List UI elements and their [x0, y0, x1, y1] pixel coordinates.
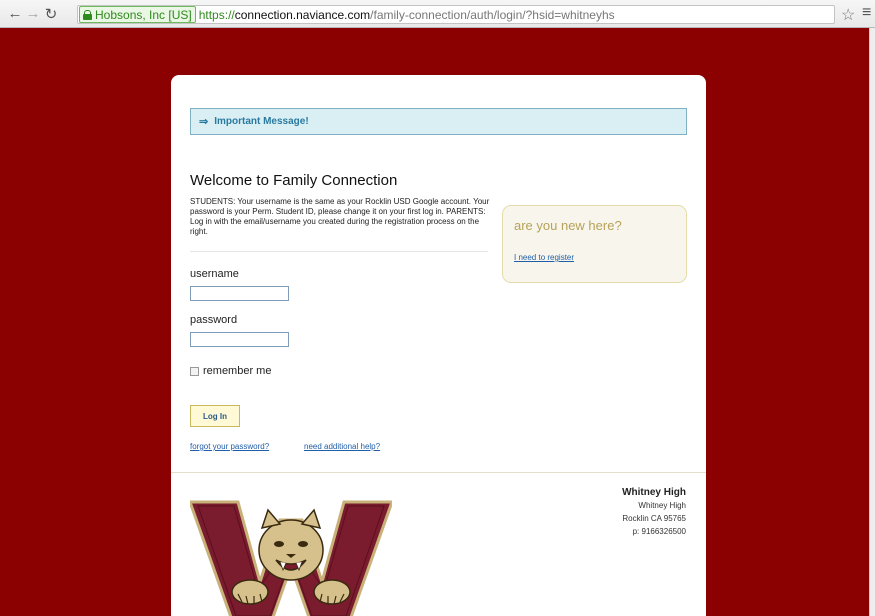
register-link[interactable]: I need to register — [514, 253, 574, 262]
username-label: username — [190, 268, 239, 280]
additional-help-link[interactable]: need additional help? — [304, 442, 380, 451]
reload-icon[interactable]: ↻ — [42, 4, 60, 24]
register-title: are you new here? — [514, 218, 622, 233]
ev-certificate-label: Hobsons, Inc [US] — [95, 7, 192, 22]
address-bar[interactable]: Hobsons, Inc [US] https://connection.nav… — [77, 5, 835, 24]
school-logo — [190, 500, 392, 616]
password-input[interactable] — [190, 332, 289, 347]
footer-divider — [171, 472, 706, 473]
school-address-name: Whitney High — [638, 501, 686, 510]
url-host: connection.naviance.com — [234, 7, 371, 22]
important-message-label: Important Message! — [214, 116, 309, 127]
url-scheme: https:// — [198, 7, 235, 22]
school-address-city: Rocklin CA 95765 — [622, 514, 686, 523]
back-arrow-icon[interactable]: ← — [6, 4, 24, 24]
forgot-password-link[interactable]: forgot your password? — [190, 442, 269, 451]
remember-me-checkbox[interactable] — [190, 366, 199, 376]
remember-me[interactable]: remember me — [190, 365, 271, 377]
ev-certificate-badge[interactable]: Hobsons, Inc [US] — [79, 6, 196, 23]
school-name: Whitney High — [622, 487, 686, 498]
password-label: password — [190, 314, 238, 326]
school-phone: p: 9166326500 — [632, 527, 686, 536]
important-message-banner[interactable]: ⇒ Important Message! — [190, 108, 687, 135]
login-card: ⇒ Important Message! Welcome to Family C… — [171, 75, 706, 616]
page-title: Welcome to Family Connection — [190, 172, 398, 189]
divider — [190, 251, 488, 252]
login-instructions: STUDENTS: Your username is the same as y… — [190, 197, 490, 236]
scrollbar[interactable] — [869, 28, 875, 616]
arrow-right-icon: ⇒ — [199, 116, 209, 128]
register-panel: are you new here? I need to register — [502, 205, 687, 283]
bookmark-star-icon[interactable]: ☆ — [841, 5, 855, 25]
browser-menu-icon[interactable]: ≡ — [862, 4, 871, 22]
remember-me-label: remember me — [203, 365, 272, 377]
username-input[interactable] — [190, 286, 289, 301]
lock-icon — [83, 9, 92, 20]
url-path: /family-connection/auth/login/?hsid=whit… — [370, 7, 615, 22]
login-button[interactable]: Log In — [190, 405, 240, 427]
forward-arrow-icon[interactable]: → — [24, 4, 42, 24]
